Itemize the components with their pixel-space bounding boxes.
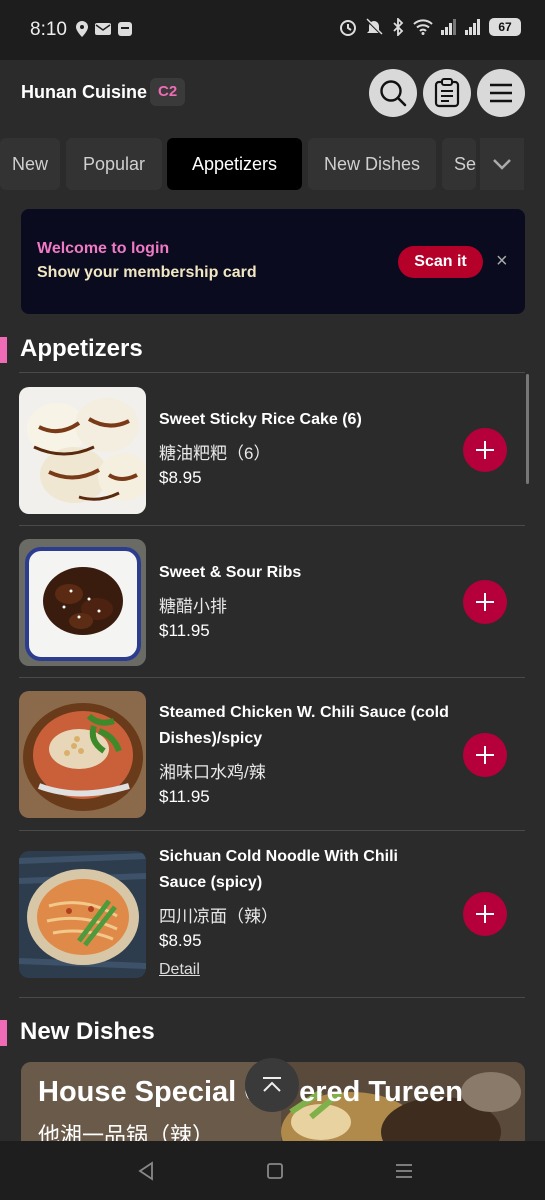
item-name: Sweet & Sour Ribs <box>159 564 302 581</box>
app-header: Hunan Cuisine C2 <box>0 60 545 128</box>
status-bar: 8:10 67 <box>0 0 545 60</box>
plus-icon <box>476 905 494 923</box>
clipboard-icon <box>434 78 460 108</box>
home-square-icon <box>267 1163 283 1179</box>
plus-icon <box>476 441 494 459</box>
section-accent <box>0 1020 7 1046</box>
nav-recents-button[interactable] <box>392 1159 416 1183</box>
divider <box>19 677 525 678</box>
location-icon <box>76 21 88 37</box>
item-name: Sweet Sticky Rice Cake (6) <box>159 411 362 428</box>
detail-link[interactable]: Detail <box>159 961 200 979</box>
order-list-button[interactable] <box>423 69 471 117</box>
add-button[interactable] <box>463 892 507 936</box>
message-icon <box>118 22 132 36</box>
status-time: 8:10 <box>30 19 67 40</box>
item-price: $11.95 <box>159 621 210 640</box>
plus-icon <box>476 593 494 611</box>
section-label: New Dishes <box>20 1018 155 1045</box>
item-name: Steamed Chicken W. Chili Sauce (cold Dis… <box>159 704 449 747</box>
scan-button[interactable]: Scan it <box>398 246 483 278</box>
add-button[interactable] <box>463 580 507 624</box>
battery-indicator: 67 <box>489 18 521 36</box>
dish-photo <box>19 539 146 666</box>
banner-welcome-text: Welcome to login <box>37 240 170 257</box>
arrow-up-to-top-icon <box>263 1077 281 1092</box>
search-button[interactable] <box>369 69 417 117</box>
add-button[interactable] <box>463 428 507 472</box>
dish-photo <box>19 851 146 978</box>
scrollbar[interactable] <box>526 374 529 484</box>
alarm-icon <box>340 20 356 36</box>
item-chinese-name: 四川凉面（辣） <box>159 907 278 926</box>
item-price: $8.95 <box>159 468 202 487</box>
membership-banner: Welcome to login Show your membership ca… <box>21 209 525 314</box>
signal-icon <box>465 19 480 35</box>
dish-photo <box>19 691 146 818</box>
system-nav-bar <box>0 1141 545 1200</box>
tab-partial[interactable]: Se <box>442 138 476 190</box>
chevron-down-icon <box>493 159 511 170</box>
recents-lines-icon <box>396 1164 412 1178</box>
item-price: $8.95 <box>159 931 202 950</box>
divider <box>19 372 525 373</box>
nav-back-button[interactable] <box>134 1159 158 1183</box>
signal-icon <box>441 19 456 35</box>
divider <box>19 997 525 998</box>
item-price: $11.95 <box>159 787 210 806</box>
item-name: Sichuan Cold Noodle With Chili Sauce (sp… <box>159 848 398 891</box>
section-accent <box>0 337 7 363</box>
add-button[interactable] <box>463 733 507 777</box>
nav-home-button[interactable] <box>263 1159 287 1183</box>
mute-icon <box>366 18 383 35</box>
mail-icon <box>95 23 111 35</box>
close-icon[interactable]: × <box>496 251 508 271</box>
bluetooth-icon <box>393 18 404 36</box>
search-icon <box>380 80 407 107</box>
item-chinese-name: 糖醋小排 <box>159 597 227 616</box>
item-chinese-name: 湘味口水鸡/辣 <box>159 763 266 782</box>
tab-appetizers[interactable]: Appetizers <box>167 138 302 190</box>
tab-popular[interactable]: Popular <box>66 138 162 190</box>
item-chinese-name: 糖油粑粑（6） <box>159 444 271 463</box>
back-to-top-button[interactable] <box>245 1058 299 1112</box>
divider <box>19 830 525 831</box>
tab-new-dishes[interactable]: New Dishes <box>308 138 436 190</box>
section-label: Appetizers <box>20 335 143 362</box>
menu-button[interactable] <box>477 69 525 117</box>
dish-photo <box>19 387 146 514</box>
tab-new[interactable]: New <box>0 138 60 190</box>
restaurant-name: Hunan Cuisine <box>21 82 148 102</box>
table-badge: C2 <box>150 78 186 106</box>
hamburger-menu-icon <box>490 83 512 103</box>
divider <box>19 525 525 526</box>
wifi-icon <box>413 19 433 35</box>
back-triangle-icon <box>138 1161 153 1181</box>
tabs-expand-button[interactable] <box>480 138 524 190</box>
plus-icon <box>476 746 494 764</box>
banner-membership-text: Show your membership card <box>37 264 257 281</box>
category-tabs: New Popular Appetizers New Dishes Se <box>0 136 545 192</box>
